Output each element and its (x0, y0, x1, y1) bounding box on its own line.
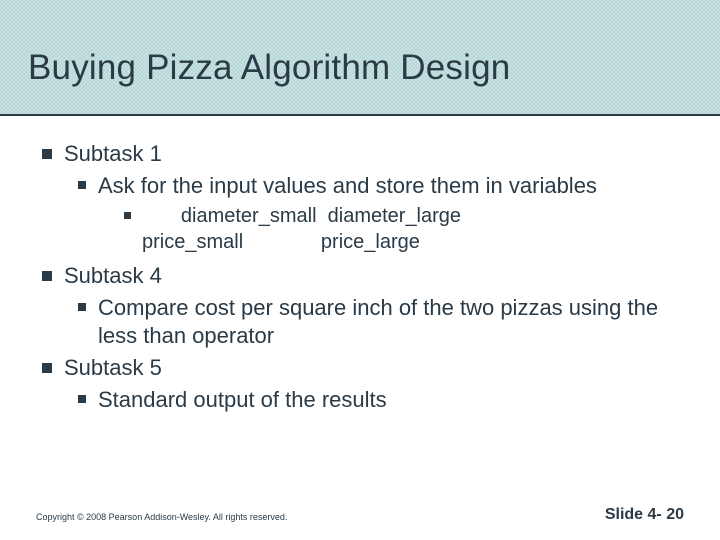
copyright-text: Copyright © 2008 Pearson Addison-Wesley.… (36, 512, 287, 522)
vars-line2: price_small price_large (142, 230, 420, 256)
slide-number: Slide 4- 20 (605, 506, 684, 524)
subtask1-heading: Subtask 1 (34, 140, 686, 168)
subtask4-heading: Subtask 4 (34, 262, 686, 290)
subtask5-point: Standard output of the results (34, 386, 686, 414)
slide-body: Subtask 1 Ask for the input values and s… (34, 140, 686, 418)
bullet-icon (78, 181, 86, 189)
text: Subtask 5 (64, 355, 162, 380)
text: Subtask 4 (64, 263, 162, 288)
subtask5-heading: Subtask 5 (34, 354, 686, 382)
slide-title: Buying Pizza Algorithm Design (28, 48, 510, 88)
text: Ask for the input values and store them … (98, 173, 597, 198)
text: Subtask 1 (64, 141, 162, 166)
bullet-icon (78, 303, 86, 311)
bullet-icon (42, 271, 52, 281)
subtask1-point: Ask for the input values and store them … (34, 172, 686, 200)
bullet-icon (42, 363, 52, 373)
text: Standard output of the results (98, 387, 387, 412)
bullet-icon (78, 395, 86, 403)
subtask1-vars: diameter_small diameter_large price_smal… (34, 204, 686, 255)
vars-line1: diameter_small diameter_large (142, 204, 461, 230)
text: diameter_small diameter_large (181, 205, 461, 227)
slide: Buying Pizza Algorithm Design Subtask 1 … (0, 0, 720, 540)
bullet-icon (124, 212, 131, 219)
footer: Copyright © 2008 Pearson Addison-Wesley.… (0, 498, 720, 522)
text: Compare cost per square inch of the two … (98, 295, 658, 348)
subtask4-point: Compare cost per square inch of the two … (34, 294, 686, 350)
bullet-icon (42, 149, 52, 159)
